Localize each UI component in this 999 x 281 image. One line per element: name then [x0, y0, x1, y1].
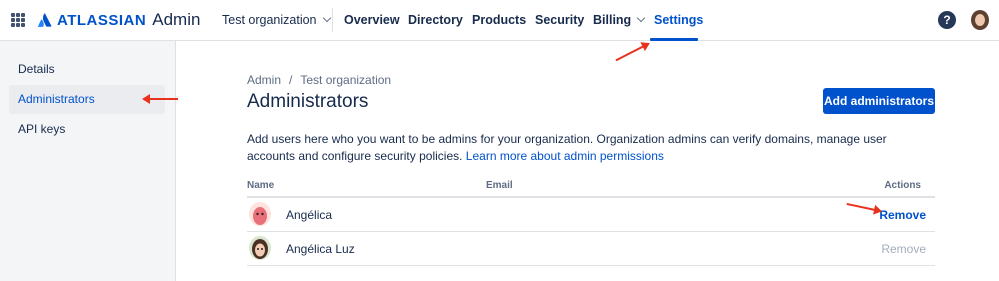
active-tab-indicator: [650, 38, 698, 41]
avatar: [249, 202, 271, 226]
breadcrumb-separator: /: [289, 73, 293, 87]
table-row: Angélica Luz Remove: [247, 232, 935, 266]
organization-switcher[interactable]: Test organization: [222, 0, 331, 41]
atlassian-logo[interactable]: ATLASSIAN Admin: [37, 9, 200, 31]
annotation-arrow-administrators: [144, 98, 178, 100]
avatar-image: [249, 236, 271, 260]
nav-item-billing-label: Billing: [593, 13, 632, 27]
remove-button[interactable]: Remove: [879, 208, 926, 222]
column-header-name: Name: [247, 180, 275, 191]
help-icon[interactable]: ?: [938, 11, 956, 29]
nav-item-security[interactable]: Security: [535, 0, 584, 41]
app-switcher-icon[interactable]: [11, 13, 25, 27]
nav-item-overview[interactable]: Overview: [344, 0, 400, 41]
atlassian-mark-icon: [37, 13, 52, 27]
nav-item-directory[interactable]: Directory: [408, 0, 463, 41]
product-name: Admin: [152, 10, 201, 29]
breadcrumb-admin[interactable]: Admin: [247, 73, 281, 87]
remove-button-disabled: Remove: [881, 242, 926, 256]
avatar-image: [249, 202, 271, 226]
annotation-arrow-settings: [615, 43, 649, 62]
nav-divider: [332, 8, 333, 32]
nav-item-billing[interactable]: Billing: [593, 0, 646, 41]
column-header-email: Email: [486, 180, 513, 191]
user-avatar[interactable]: [971, 10, 989, 30]
breadcrumb-organization[interactable]: Test organization: [300, 73, 391, 87]
organization-switcher-label: Test organization: [222, 13, 317, 27]
admin-name: Angélica Luz: [286, 242, 355, 256]
page-title: Administrators: [247, 91, 369, 112]
sidebar-item-api-keys[interactable]: API keys: [9, 115, 165, 144]
avatar: [249, 236, 271, 260]
chevron-down-icon: [636, 13, 646, 23]
learn-more-link[interactable]: Learn more about admin permissions: [466, 149, 664, 163]
avatar-face: [975, 14, 985, 26]
nav-item-products[interactable]: Products: [472, 0, 526, 41]
admin-name: Angélica: [286, 208, 333, 222]
add-administrators-button[interactable]: Add administrators: [823, 88, 935, 114]
breadcrumb: Admin / Test organization: [247, 73, 391, 87]
page-description: Add users here who you want to be admins…: [247, 131, 927, 165]
brand-wordmark: ATLASSIAN: [57, 11, 147, 29]
sidebar-item-details[interactable]: Details: [9, 55, 165, 84]
top-navigation: ATLASSIAN Admin Test organization Overvi…: [0, 0, 999, 41]
nav-item-settings[interactable]: Settings: [654, 0, 703, 41]
column-header-actions: Actions: [884, 180, 921, 191]
chevron-down-icon: [322, 13, 331, 23]
sidebar: Details Administrators API keys: [0, 41, 176, 281]
table-row: Angélica Remove: [247, 198, 935, 232]
